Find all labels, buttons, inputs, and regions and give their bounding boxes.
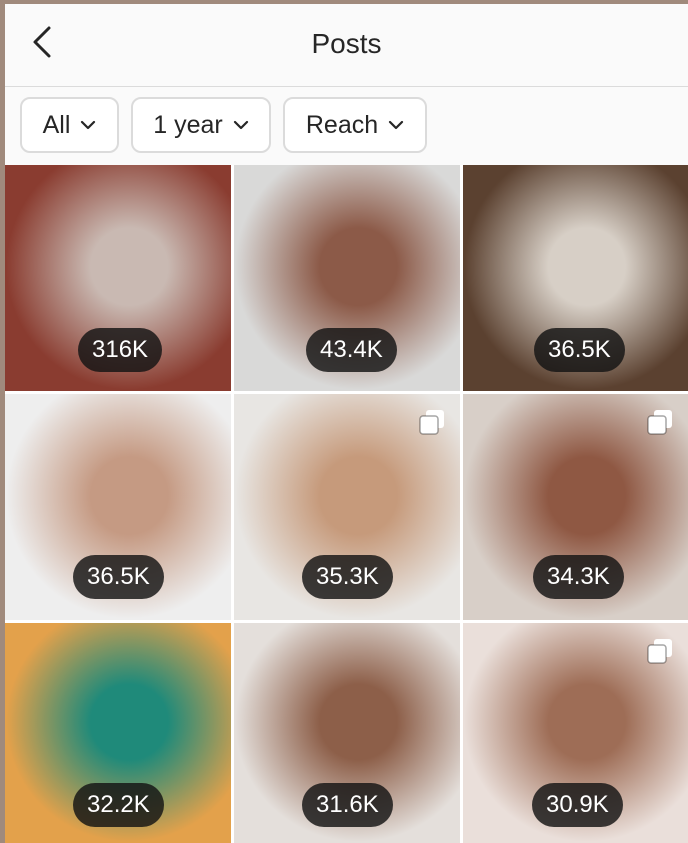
post-thumbnail[interactable]: 32.2K bbox=[5, 623, 231, 843]
multiple-photos-icon bbox=[647, 410, 672, 435]
post-thumbnail[interactable]: 35.3K bbox=[234, 394, 460, 620]
filter-time-dropdown[interactable]: 1 year bbox=[131, 97, 271, 153]
post-thumbnail[interactable]: 34.3K bbox=[463, 394, 688, 620]
reach-badge: 30.9K bbox=[532, 783, 623, 827]
reach-badge: 31.6K bbox=[302, 783, 393, 827]
post-thumbnail[interactable]: 36.5K bbox=[5, 394, 231, 620]
filter-bar: All 1 year Reach bbox=[5, 87, 688, 165]
chevron-down-icon bbox=[389, 120, 404, 130]
reach-badge: 36.5K bbox=[73, 555, 164, 599]
post-thumbnail[interactable]: 43.4K bbox=[234, 165, 460, 391]
top-bar: Posts bbox=[5, 4, 688, 87]
posts-screen: Posts All 1 year Reach 316K 43.4K 36.5K … bbox=[5, 4, 688, 843]
page-title: Posts bbox=[311, 28, 382, 59]
reach-badge: 36.5K bbox=[534, 328, 625, 372]
chevron-down-icon bbox=[233, 120, 248, 130]
reach-badge: 34.3K bbox=[533, 555, 624, 599]
filter-all-dropdown[interactable]: All bbox=[20, 97, 119, 153]
filter-all-label: All bbox=[42, 110, 71, 139]
post-thumbnail[interactable]: 316K bbox=[5, 165, 231, 391]
multiple-photos-icon bbox=[419, 410, 444, 435]
reach-badge: 35.3K bbox=[302, 555, 393, 599]
filter-metric-dropdown[interactable]: Reach bbox=[283, 97, 427, 153]
posts-grid: 316K 43.4K 36.5K 36.5K 35.3K 34.3K 32.2K… bbox=[5, 165, 688, 843]
reach-badge: 316K bbox=[78, 328, 163, 372]
filter-time-label: 1 year bbox=[153, 110, 223, 139]
reach-badge: 43.4K bbox=[306, 328, 397, 372]
post-thumbnail[interactable]: 30.9K bbox=[463, 623, 688, 843]
filter-metric-label: Reach bbox=[305, 110, 379, 139]
reach-badge: 32.2K bbox=[73, 783, 164, 827]
post-thumbnail[interactable]: 31.6K bbox=[234, 623, 460, 843]
post-thumbnail[interactable]: 36.5K bbox=[463, 165, 688, 391]
multiple-photos-icon bbox=[647, 639, 672, 664]
chevron-down-icon bbox=[81, 120, 96, 130]
